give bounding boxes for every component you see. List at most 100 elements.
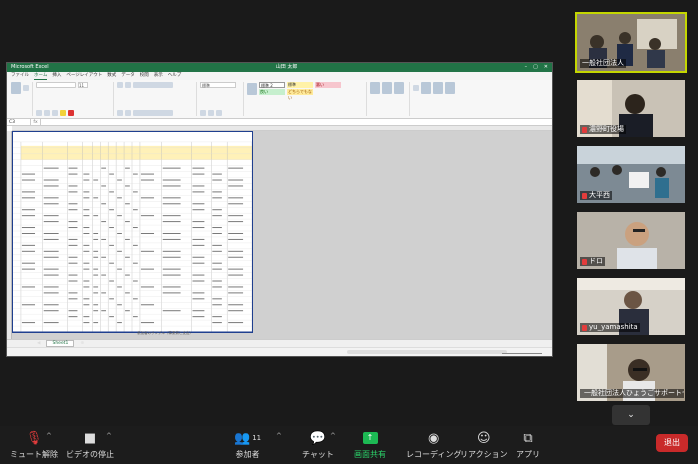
comma-icon[interactable]	[216, 110, 222, 116]
sheet-tab[interactable]: Sheet1	[46, 340, 75, 347]
chat-icon: 💬	[309, 430, 327, 446]
alignment-group	[117, 82, 197, 116]
close-icon[interactable]: ✕	[544, 63, 548, 72]
tab-page-layout[interactable]: ページレイアウト	[66, 72, 102, 80]
apps-icon: ⧉	[523, 430, 533, 446]
maximize-icon[interactable]: ▢	[533, 63, 538, 72]
currency-icon[interactable]	[200, 110, 206, 116]
participant-name: 濃野町役場	[580, 125, 626, 134]
underline-icon[interactable]	[52, 110, 58, 116]
merge-center-icon[interactable]	[133, 110, 173, 116]
tab-insert[interactable]: 挿入	[52, 72, 61, 80]
record-icon: ◉	[428, 430, 440, 446]
participants-options-caret[interactable]: ^	[276, 432, 282, 440]
reactions-icon: ☺	[477, 430, 491, 446]
conditional-format-icon[interactable]	[247, 82, 257, 95]
insert-cells-icon[interactable]	[370, 82, 380, 94]
participant-name: yu_yamashita	[580, 323, 640, 332]
italic-icon[interactable]	[44, 110, 50, 116]
spreadsheet-grid	[13, 132, 253, 333]
autosum-icon[interactable]	[413, 85, 419, 91]
name-box[interactable]: C3	[7, 119, 31, 125]
font-size-select[interactable]: 11	[78, 82, 88, 88]
video-options-caret[interactable]: ^	[106, 432, 112, 440]
style-good[interactable]: 良い	[259, 89, 285, 95]
analyze-data-icon[interactable]	[445, 82, 455, 94]
participant-tile[interactable]: 一般社団法人ひょうごサポートセンター	[577, 344, 685, 401]
participant-tile[interactable]: 大平西	[577, 146, 685, 203]
paste-icon[interactable]	[11, 82, 21, 94]
minimize-icon[interactable]: –	[525, 63, 528, 72]
mute-options-caret[interactable]: ^	[46, 432, 52, 440]
chevron-down-icon[interactable]: ⌄	[612, 405, 650, 425]
reactions-button[interactable]: ☺ リアクション	[460, 430, 508, 460]
participant-name: ドロ	[580, 257, 605, 266]
participant-name: 大平西	[580, 191, 612, 200]
add-sheet-icon[interactable]: ⊕	[80, 341, 84, 346]
participant-gallery: 一般社団法人 濃野町役場 大平西 ドロ yu_yamashita 一般社団法人ひ…	[575, 12, 687, 404]
tab-review[interactable]: 校閲	[140, 72, 149, 80]
fx-icon[interactable]: fx	[31, 119, 41, 125]
cut-icon[interactable]	[23, 85, 29, 91]
participant-name: 一般社団法人	[580, 59, 626, 68]
find-select-icon[interactable]	[433, 82, 443, 94]
record-button[interactable]: ◉ レコーディング	[406, 430, 461, 460]
sort-filter-icon[interactable]	[421, 82, 431, 94]
align-left-icon[interactable]	[117, 110, 123, 116]
participant-tile[interactable]: yu_yamashita	[577, 278, 685, 335]
number-format-select[interactable]: 標準	[200, 82, 236, 88]
fill-color-icon[interactable]	[60, 110, 66, 116]
tab-help[interactable]: ヘルプ	[168, 72, 182, 80]
participant-name: 一般社団法人ひょうごサポートセンター	[580, 389, 684, 398]
worksheet-area[interactable]: 参加者のサンプル（事業費と支出）	[7, 131, 552, 339]
percent-icon[interactable]	[208, 110, 214, 116]
participants-button[interactable]: 👥 11 参加者	[234, 430, 261, 460]
bold-icon[interactable]	[36, 110, 42, 116]
share-screen-button[interactable]: ↑ 画面共有	[354, 430, 386, 460]
style-bad[interactable]: 悪い	[315, 82, 341, 88]
tab-home[interactable]: ホーム	[34, 72, 48, 80]
leave-button[interactable]: 退出	[656, 434, 688, 452]
formula-input[interactable]	[41, 119, 552, 125]
tab-view[interactable]: 表示	[154, 72, 163, 80]
muted-mic-icon	[582, 258, 587, 265]
format-cells-icon[interactable]	[394, 82, 404, 94]
ribbon: 11 標準 標準 2 標準 悪い 良い どちらでもない	[7, 80, 552, 119]
participants-icon: 👥 11	[234, 430, 262, 446]
horizontal-scrollbar[interactable]	[347, 350, 507, 354]
font-group: 11	[36, 82, 114, 116]
font-color-icon[interactable]	[68, 110, 74, 116]
participant-tile[interactable]: 一般社団法人	[575, 12, 687, 73]
zoom-slider[interactable]	[502, 350, 542, 354]
tab-formulas[interactable]: 数式	[107, 72, 116, 80]
editing-group	[413, 82, 473, 116]
window-controls[interactable]: – ▢ ✕	[525, 63, 548, 72]
account-name[interactable]: 山田 太郎	[276, 63, 298, 72]
align-top-icon[interactable]	[117, 82, 123, 88]
style-neutral[interactable]: どちらでもない	[287, 89, 313, 100]
sheet-caption: 参加者のサンプル（事業費と支出）	[137, 331, 193, 335]
font-name-select[interactable]	[36, 82, 76, 88]
style-normal[interactable]: 標準	[287, 82, 313, 88]
wrap-text-icon[interactable]	[133, 82, 173, 88]
tab-file[interactable]: ファイル	[11, 72, 29, 80]
spreadsheet-table[interactable]	[12, 131, 253, 333]
share-screen-icon: ↑	[362, 432, 378, 444]
participant-tile[interactable]: ドロ	[577, 212, 685, 269]
apps-button[interactable]: ⧉ アプリ	[516, 430, 540, 460]
prev-sheet-icon[interactable]: ◀	[37, 341, 40, 346]
chat-options-caret[interactable]: ^	[330, 432, 336, 440]
number-group: 標準	[200, 82, 244, 116]
status-bar	[7, 347, 552, 356]
tab-data[interactable]: データ	[121, 72, 135, 80]
delete-cells-icon[interactable]	[382, 82, 392, 94]
style-normal2[interactable]: 標準 2	[259, 82, 285, 88]
clipboard-group	[11, 82, 33, 116]
align-center-icon[interactable]	[125, 110, 131, 116]
ribbon-tabs: ファイル ホーム 挿入 ページレイアウト 数式 データ 校閲 表示 ヘルプ	[7, 72, 552, 80]
participants-count: 11	[252, 434, 262, 442]
shared-screen-area: Microsoft Excel 山田 太郎 – ▢ ✕ ファイル ホーム 挿入 …	[0, 0, 572, 425]
align-middle-icon[interactable]	[125, 82, 131, 88]
excel-window[interactable]: Microsoft Excel 山田 太郎 – ▢ ✕ ファイル ホーム 挿入 …	[6, 62, 553, 357]
participant-tile[interactable]: 濃野町役場	[577, 80, 685, 137]
